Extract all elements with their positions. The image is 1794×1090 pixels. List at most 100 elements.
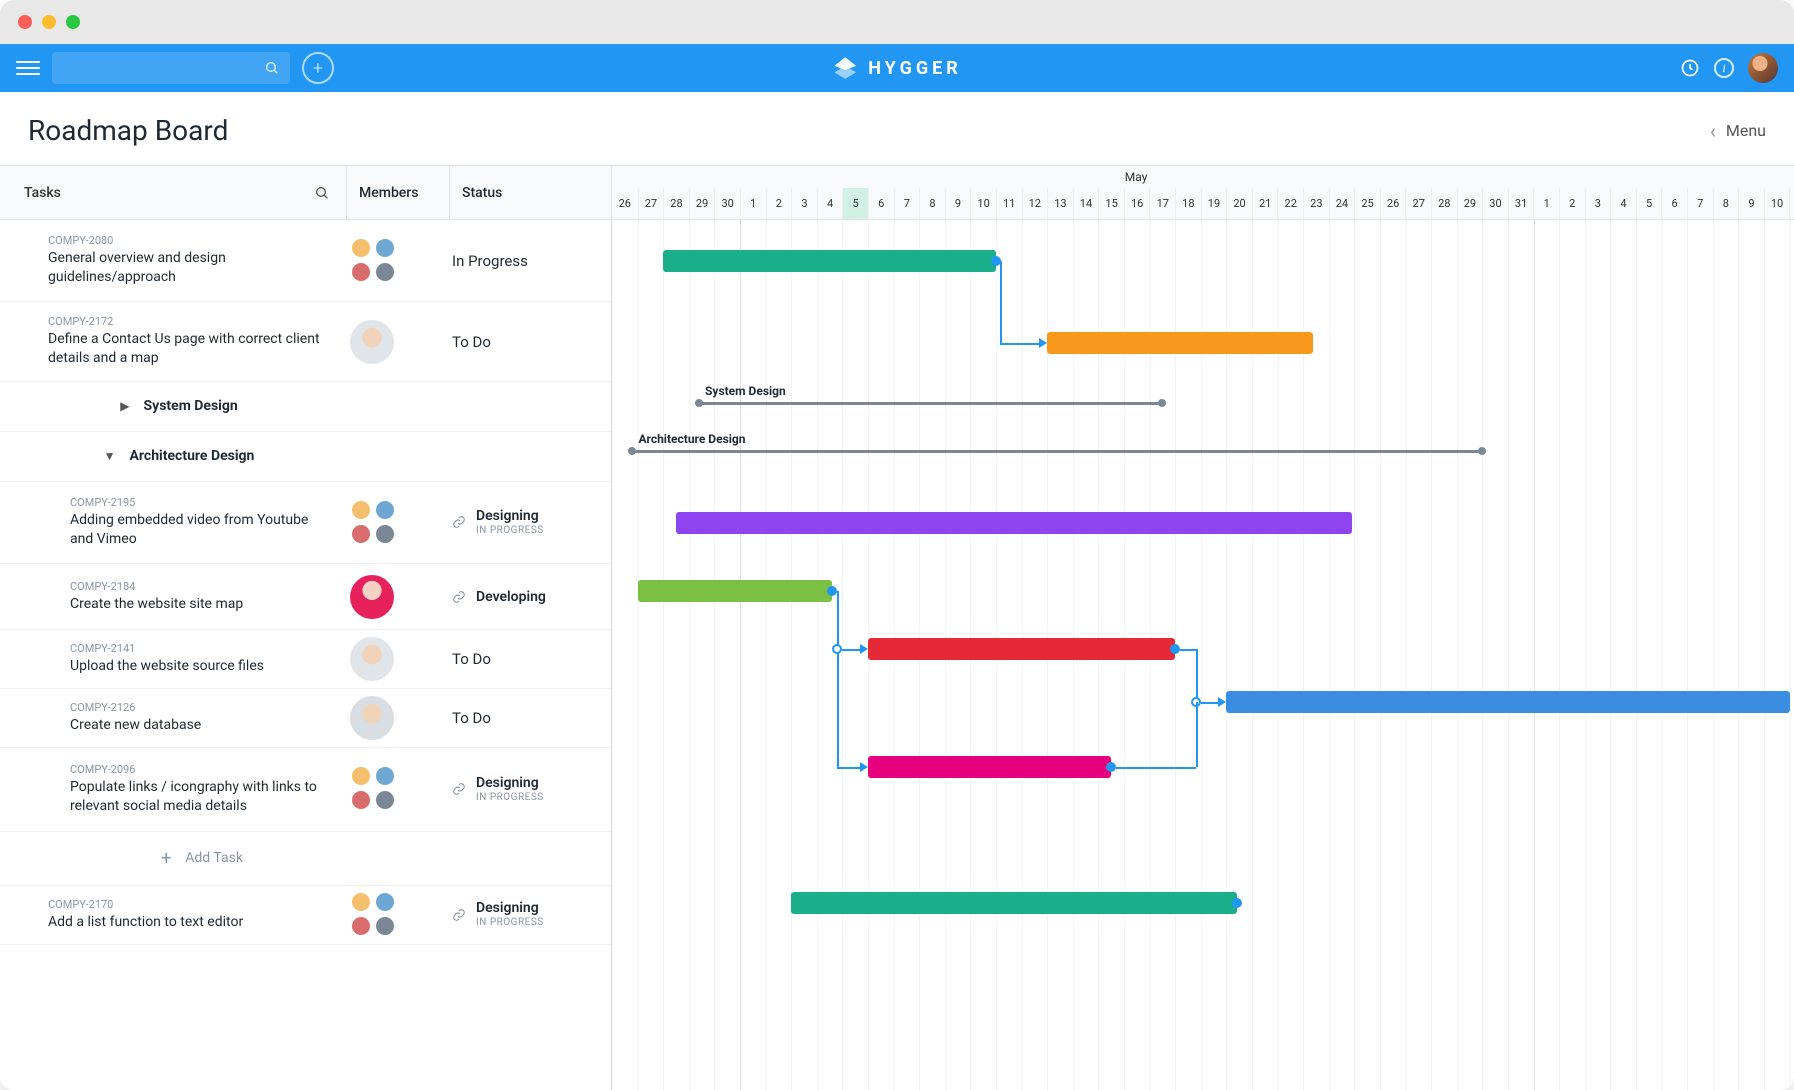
tasks-header: Tasks Members Status [0, 166, 611, 220]
dependency-line [1196, 649, 1198, 702]
day-cell: 11 [996, 188, 1022, 219]
window-titlebar [0, 0, 1794, 44]
dependency-line [842, 649, 861, 651]
day-cell: 26 [612, 188, 638, 219]
gantt-bar[interactable] [1047, 332, 1313, 354]
task-status[interactable]: DesigningIN PROGRESS [448, 775, 611, 804]
link-icon [452, 782, 466, 796]
dependency-line [1218, 697, 1226, 707]
gantt-bar[interactable] [791, 892, 1236, 914]
board-title: Roadmap Board [28, 114, 228, 147]
day-cell: 20 [1226, 188, 1252, 219]
search-input[interactable] [52, 52, 290, 84]
chevron-left-icon: ‹ [1710, 119, 1716, 143]
group-row[interactable]: ▶ System Design [0, 382, 611, 432]
day-cell: 5 [1636, 188, 1662, 219]
day-cell: 30 [1482, 188, 1508, 219]
task-status[interactable]: DesigningIN PROGRESS [448, 508, 611, 537]
day-cell: 6 [1661, 188, 1687, 219]
day-cell: 30 [714, 188, 740, 219]
day-cell: 16 [1124, 188, 1150, 219]
status-label: Designing [476, 508, 544, 525]
menu-icon[interactable] [16, 56, 40, 80]
status-label: In Progress [452, 252, 528, 270]
dependency-line [1196, 702, 1198, 767]
task-members[interactable] [346, 320, 448, 364]
task-row[interactable]: COMPY-2195 Adding embedded video from Yo… [0, 482, 611, 564]
gantt-bar[interactable] [868, 638, 1175, 660]
minimize-window-button[interactable] [42, 15, 56, 29]
day-cell: 21 [1252, 188, 1278, 219]
day-cell: 31 [1508, 188, 1534, 219]
task-status[interactable]: Developing [448, 589, 611, 605]
dependency-line [837, 591, 839, 767]
timeline-pane[interactable]: May 262728293012345678910111213141516171… [612, 166, 1794, 1090]
clock-icon[interactable] [1680, 58, 1700, 78]
status-sublabel: IN PROGRESS [476, 917, 544, 929]
add-button[interactable]: + [302, 52, 334, 84]
status-label: Designing [476, 900, 544, 917]
task-status[interactable]: In Progress [448, 252, 611, 270]
status-label: Designing [476, 775, 544, 792]
day-cell: 10 [970, 188, 996, 219]
day-cell: 8 [1713, 188, 1739, 219]
hygger-logo-icon [832, 55, 858, 81]
gantt-bar[interactable] [638, 580, 833, 602]
group-span-line[interactable] [632, 450, 1482, 453]
task-id: COMPY-2141 [70, 642, 334, 655]
task-name: General overview and design guidelines/a… [48, 249, 334, 287]
status-label: To Do [452, 333, 491, 351]
task-status[interactable]: DesigningIN PROGRESS [448, 900, 611, 929]
dependency-line [1039, 338, 1047, 348]
task-row[interactable]: COMPY-2126 Create new database To Do [0, 689, 611, 748]
day-cell: 22 [1277, 188, 1303, 219]
task-row[interactable]: COMPY-2172 Define a Contact Us page with… [0, 302, 611, 382]
task-members[interactable] [346, 237, 448, 285]
task-id: COMPY-2184 [70, 580, 334, 593]
task-row[interactable]: COMPY-2170 Add a list function to text e… [0, 886, 611, 945]
task-members[interactable] [346, 637, 448, 681]
board-menu-button[interactable]: ‹ Menu [1710, 119, 1766, 143]
task-members[interactable] [346, 765, 448, 813]
task-row[interactable]: COMPY-2141 Upload the website source fil… [0, 630, 611, 689]
task-status[interactable]: To Do [448, 333, 611, 351]
task-row[interactable]: COMPY-2184 Create the website site map D… [0, 564, 611, 630]
day-cell: 9 [1738, 188, 1764, 219]
day-cell: 8 [919, 188, 945, 219]
timeline-group-label: System Design [705, 384, 786, 398]
day-cell: 7 [894, 188, 920, 219]
day-cell: 1 [740, 188, 766, 219]
gantt-bar[interactable] [868, 756, 1111, 778]
task-members[interactable] [346, 696, 448, 740]
info-icon[interactable]: i [1714, 58, 1734, 78]
group-row[interactable]: ▼ Architecture Design [0, 432, 611, 482]
dependency-line [837, 767, 860, 769]
caret-right-icon: ▶ [120, 399, 129, 413]
task-row[interactable]: COMPY-2080 General overview and design g… [0, 220, 611, 302]
tasks-search-icon[interactable] [314, 185, 330, 201]
task-status[interactable]: To Do [448, 709, 611, 727]
add-task-label: Add Task [185, 850, 243, 866]
task-members[interactable] [346, 891, 448, 939]
gantt-bar[interactable] [676, 512, 1352, 534]
timeline-group-label: Architecture Design [638, 432, 745, 446]
close-window-button[interactable] [18, 15, 32, 29]
gantt-bar[interactable] [1226, 691, 1789, 713]
dependency-line [1180, 649, 1196, 651]
task-row[interactable]: COMPY-2096 Populate links / icongraphy w… [0, 748, 611, 832]
user-avatar[interactable] [1748, 53, 1778, 83]
group-span-line[interactable] [699, 402, 1162, 405]
add-task-row[interactable]: + Add Task [0, 832, 611, 886]
task-id: COMPY-2170 [48, 898, 334, 911]
gantt-bar[interactable] [663, 250, 996, 272]
day-cell: 28 [1431, 188, 1457, 219]
day-cell: 28 [663, 188, 689, 219]
task-status[interactable]: To Do [448, 650, 611, 668]
task-members[interactable] [346, 575, 448, 619]
day-cell: 19 [1201, 188, 1227, 219]
maximize-window-button[interactable] [66, 15, 80, 29]
day-cell: 18 [1175, 188, 1201, 219]
col-status-label: Status [450, 185, 611, 201]
dependency-line [860, 644, 868, 654]
task-members[interactable] [346, 499, 448, 547]
